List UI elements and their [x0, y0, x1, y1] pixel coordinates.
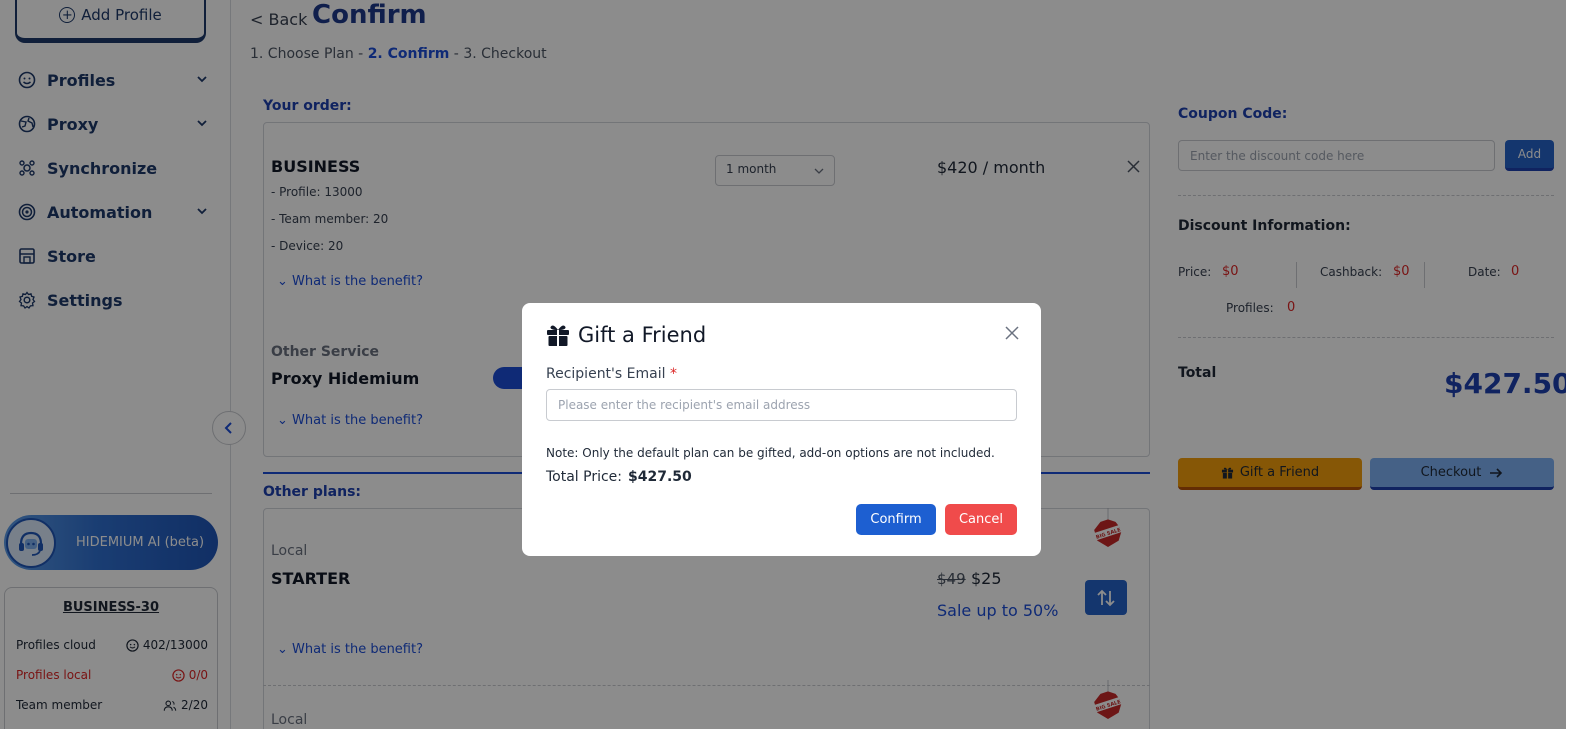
close-modal-button[interactable] — [1002, 323, 1022, 343]
email-field-label-text: Recipient's Email — [546, 366, 666, 382]
gift-modal: Gift a Friend Recipient's Email * Note: … — [522, 303, 1041, 556]
modal-total-value: $427.50 — [628, 469, 692, 485]
modal-title-row: Gift a Friend — [546, 323, 706, 347]
close-icon — [1005, 326, 1019, 340]
modal-title: Gift a Friend — [578, 323, 707, 347]
gift-icon — [547, 325, 569, 346]
scrollbar-track[interactable] — [1566, 0, 1572, 729]
modal-total-price: Total Price: $427.50 — [546, 469, 692, 485]
email-field-label: Recipient's Email * — [546, 366, 677, 382]
required-mark: * — [669, 366, 677, 382]
modal-total-label: Total Price: — [546, 469, 623, 485]
recipient-email-input[interactable] — [546, 389, 1017, 421]
cancel-button[interactable]: Cancel — [945, 504, 1017, 535]
gift-note: Note: Only the default plan can be gifte… — [546, 446, 995, 460]
confirm-button[interactable]: Confirm — [856, 504, 936, 535]
